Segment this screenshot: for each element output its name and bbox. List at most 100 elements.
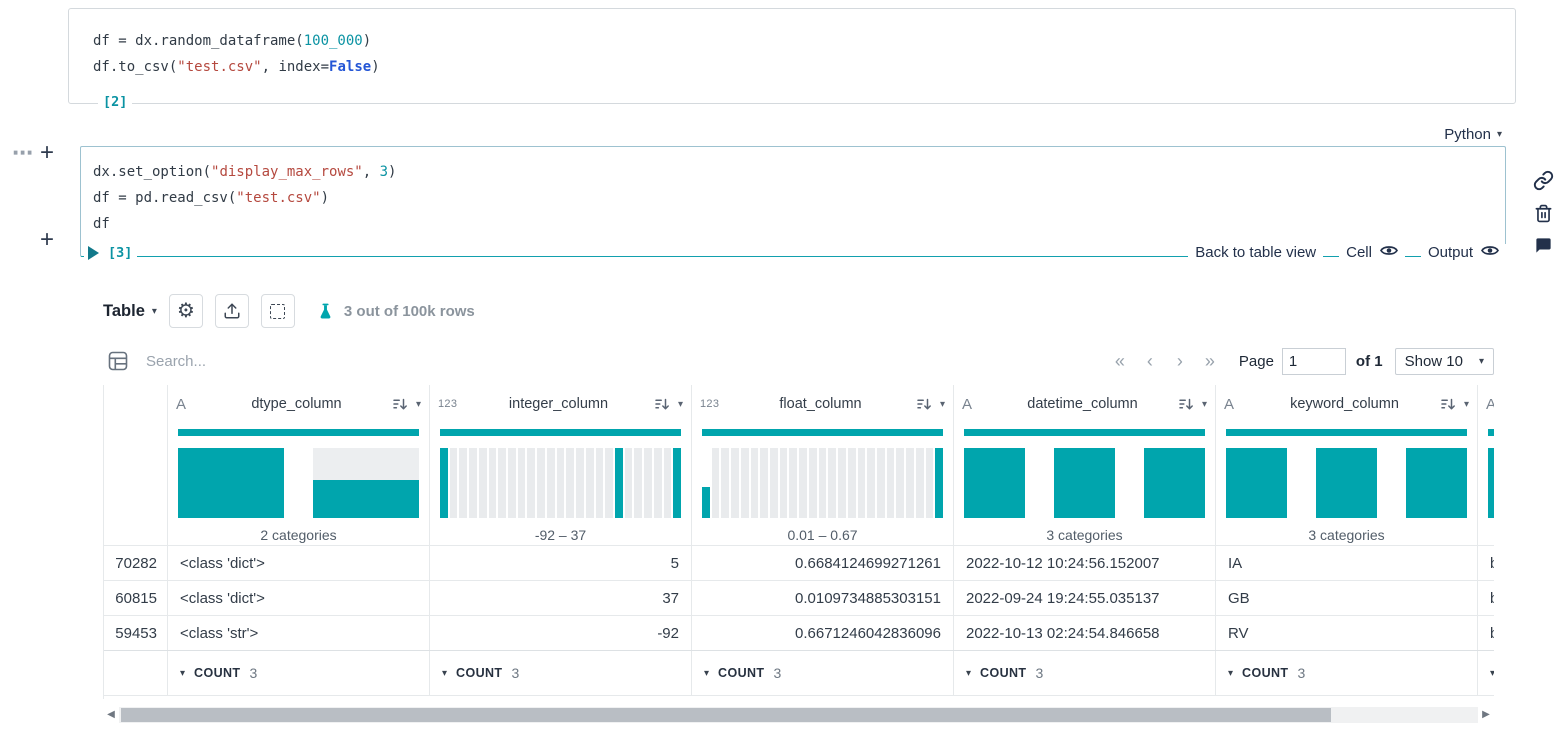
run-cell-button[interactable] [84,246,103,260]
select-region-button[interactable] [260,294,295,328]
view-type-dropdown[interactable]: Table ▾ [103,302,157,321]
aggregation-selector[interactable]: ▾COUNT3 [1216,651,1478,695]
export-button[interactable] [214,294,249,328]
code-cell-2[interactable]: dx.set_option("display_max_rows", 3) df =… [80,146,1506,257]
aggregation-selector[interactable]: ▾COUNT3 [1478,651,1494,695]
settings-button[interactable]: ⚙ [168,294,203,328]
aggregation-value: 3 [1297,665,1306,681]
histogram-slot [1488,448,1494,518]
code-editor-cell-2[interactable]: dx.set_option("display_max_rows", 3) df =… [93,159,1493,237]
histogram-bar [857,448,866,518]
scroll-right-arrow[interactable]: ▶ [1478,706,1494,723]
column-header[interactable]: Adtype_column ▾ [168,385,430,423]
back-to-table-view-link[interactable]: Back to table view [1188,244,1324,261]
language-selector[interactable]: Python ▾ [1444,126,1502,143]
column-visibility-icon[interactable] [108,351,128,371]
sort-icon[interactable] [1179,398,1195,411]
column-menu-caret[interactable]: ▾ [678,399,683,410]
cell-visibility-toggle[interactable]: Cell [1339,244,1405,261]
language-label: Python [1444,126,1491,143]
aggregation-selector[interactable]: ▾COUNT3 [168,651,430,695]
column-header[interactable]: Adatetime_column ▾ [954,385,1216,423]
histogram-slot [770,448,778,518]
search-input[interactable] [146,352,566,370]
column-header[interactable]: Akeyword_column ▾ [1216,385,1478,423]
horizontal-scrollbar[interactable]: ◀ ▶ [103,706,1494,723]
column-header[interactable]: 123 integer_column ▾ [430,385,692,423]
sort-icon[interactable] [655,398,671,411]
histogram-slot [546,448,555,518]
row-index-cell: 59453 [104,616,168,650]
cell-1-execution-area: [2] [98,93,133,111]
column-header[interactable]: 123 float_column ▾ [692,385,954,423]
column-summary: 2 categories [168,423,430,545]
column-menu-caret[interactable]: ▾ [1202,399,1207,410]
scrollbar-thumb[interactable] [121,707,1331,722]
column-menu-caret[interactable]: ▾ [940,399,945,410]
rows-per-page-select[interactable]: Show 10 ▾ [1394,347,1494,375]
table-cell: -92 [430,616,692,650]
scrollbar-track[interactable] [119,706,1478,723]
column-name: keyword_column [1290,396,1399,412]
aggregation-selector[interactable]: ▾COUNT3 [430,651,692,695]
column-type-icon: 123 [700,398,720,410]
output-toolbar: Table ▾ ⚙ 3 out of 100k rows [103,292,475,330]
histogram-slot [711,448,720,518]
cell-more-actions-button[interactable]: ⋯ [12,141,33,166]
last-page-button[interactable]: » [1195,351,1225,372]
view-type-label: Table [103,301,145,320]
histogram-slot [721,448,730,518]
page-number-input[interactable] [1281,347,1346,375]
histogram-bar [449,448,458,518]
column-histogram [178,448,419,518]
prev-page-button[interactable]: ‹ [1135,351,1165,372]
output-toggle-label: Output [1427,244,1473,261]
sort-icon[interactable] [917,398,933,411]
histogram-bar [1316,448,1377,518]
column-summary [1478,423,1494,545]
code-cell-1[interactable]: df = dx.random_dataframe(100_000) df.to_c… [68,8,1516,104]
code-line: df = pd.read_csv("test.csv") [93,190,330,206]
histogram-slot [178,448,284,518]
table-cell: GB [1216,581,1478,615]
sort-icon[interactable] [393,398,409,411]
table-cell: 2022-09-24 19:24:55.035137 [954,581,1216,615]
scroll-left-arrow[interactable]: ◀ [103,706,119,723]
histogram-slot [838,448,846,518]
histogram-slot [673,448,681,518]
aggregation-selector[interactable]: ▾COUNT3 [692,651,954,695]
histogram-bar [517,448,526,518]
trash-icon[interactable] [1534,204,1553,223]
add-cell-below-button[interactable]: + [40,226,54,254]
table-cell: 2022-10-13 02:24:54.846658 [954,616,1216,650]
histogram-bar [828,448,837,518]
column-header[interactable]: A▾ [1478,385,1494,423]
histogram-bar [808,448,817,518]
histogram-slot [459,448,468,518]
next-page-button[interactable]: › [1165,351,1195,372]
link-icon[interactable] [1533,170,1554,191]
histogram-slot [818,448,827,518]
column-summary: 3 categories [954,423,1216,545]
output-visibility-toggle[interactable]: Output [1420,244,1506,261]
comment-icon[interactable] [1534,236,1553,255]
histogram-slot [760,448,769,518]
sort-icon[interactable] [1441,398,1457,411]
aggregation-label: COUNT [980,666,1027,680]
first-page-button[interactable]: « [1105,351,1135,372]
histogram-bar [740,448,749,518]
histogram-bar [886,448,895,518]
code-editor-cell-1[interactable]: df = dx.random_dataframe(100_000) df.to_c… [93,28,1491,80]
chevron-down-icon: ▾ [1478,355,1484,367]
histogram-slot [896,448,905,518]
column-menu-caret[interactable]: ▾ [416,399,421,410]
histogram-bar [721,448,730,518]
add-cell-above-button[interactable]: + [40,139,54,167]
histogram-slot [740,448,749,518]
histogram-slot [857,448,866,518]
column-menu-caret[interactable]: ▾ [1464,399,1469,410]
cell-2-execution-area: [3] [84,245,138,261]
histogram-slot [595,448,604,518]
aggregation-selector[interactable]: ▾COUNT3 [954,651,1216,695]
page-count-label: of 1 [1355,352,1383,370]
